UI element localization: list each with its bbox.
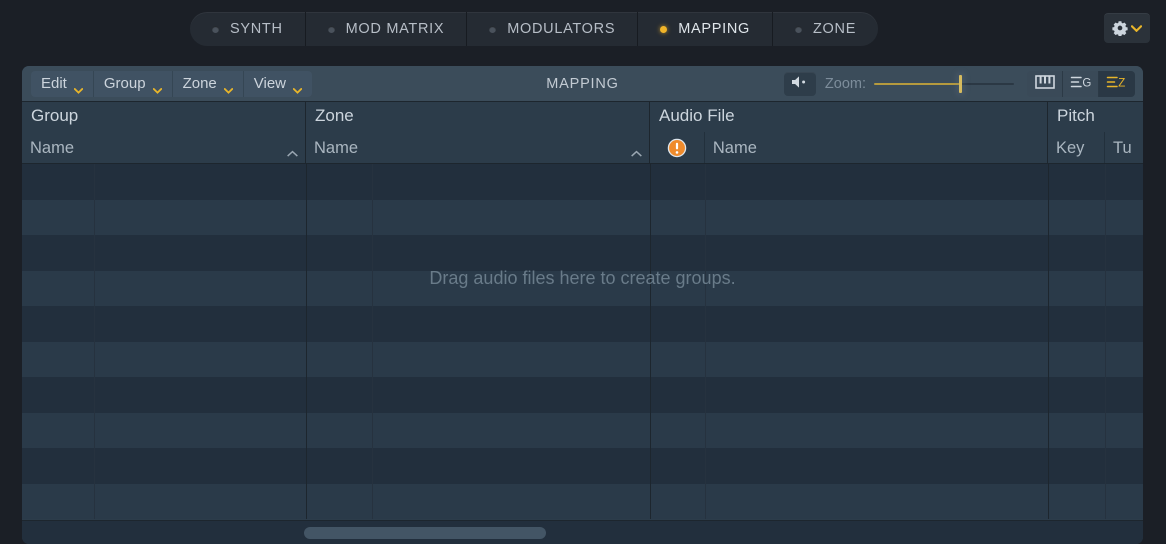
table-row[interactable]: [22, 271, 1143, 307]
chevron-down-icon: [1131, 25, 1142, 32]
table-row[interactable]: [22, 377, 1143, 413]
column-group-title: Zone: [306, 102, 649, 132]
keyboard-view-button[interactable]: [1027, 71, 1063, 97]
chevron-down-icon: [153, 81, 162, 87]
zoom-label: Zoom:: [825, 76, 866, 92]
sort-ascending-icon: [287, 143, 298, 150]
menu-label: View: [254, 75, 286, 92]
table-row[interactable]: [22, 235, 1143, 271]
table-row[interactable]: [22, 448, 1143, 484]
mapping-table-body[interactable]: Drag audio files here to create groups.: [22, 164, 1143, 519]
menu-label: Zone: [183, 75, 217, 92]
chevron-down-icon: [74, 81, 83, 87]
column-group-title: Audio File: [650, 102, 1047, 132]
tab-led-icon: [328, 26, 335, 33]
view-mode-buttons: G Z: [1027, 71, 1135, 97]
column-label: Tu: [1113, 139, 1132, 158]
column-header-pitch-tune[interactable]: Tu: [1105, 132, 1143, 164]
column-label: Name: [30, 139, 74, 158]
tab-mod-matrix[interactable]: MOD MATRIX: [306, 12, 468, 46]
column-header-group-name[interactable]: Name: [22, 132, 305, 164]
tab-label: MODULATORS: [507, 21, 615, 37]
column-label: Key: [1056, 139, 1084, 158]
list-z-icon: Z: [1106, 75, 1128, 94]
table-rows: [22, 164, 1143, 519]
tab-synth[interactable]: SYNTH: [190, 12, 306, 46]
mapping-panel: Edit Group Zone: [22, 66, 1143, 544]
zoom-slider-fill: [874, 83, 961, 85]
tab-list: SYNTH MOD MATRIX MODULATORS MAPPING ZONE: [190, 12, 878, 46]
table-row[interactable]: [22, 200, 1143, 236]
menu-group[interactable]: Group: [94, 71, 173, 97]
menu-bar: Edit Group Zone: [22, 71, 312, 97]
speaker-icon: [791, 75, 809, 94]
piano-keys-icon: [1035, 75, 1055, 94]
column-label: Name: [314, 139, 358, 158]
menu-view[interactable]: View: [244, 71, 312, 97]
plugin-window: SYNTH MOD MATRIX MODULATORS MAPPING ZONE: [0, 0, 1166, 544]
menu-label: Edit: [41, 75, 67, 92]
tab-led-icon: [489, 26, 496, 33]
column-group-zone: Zone Name: [306, 102, 650, 164]
tab-label: SYNTH: [230, 21, 283, 37]
toolbar-right-controls: Zoom:: [784, 66, 1143, 102]
zoom-control: Zoom:: [825, 75, 1014, 93]
gear-icon: [1112, 20, 1128, 36]
horizontal-scrollbar[interactable]: [22, 520, 1143, 544]
list-g-icon: G: [1070, 75, 1092, 94]
column-header-audio-status[interactable]: [650, 132, 705, 164]
column-header-pitch-key[interactable]: Key: [1048, 132, 1105, 164]
top-tab-bar: SYNTH MOD MATRIX MODULATORS MAPPING ZONE: [0, 0, 1166, 56]
table-row[interactable]: [22, 306, 1143, 342]
tab-led-icon: [795, 26, 802, 33]
tab-modulators[interactable]: MODULATORS: [467, 12, 638, 46]
column-group-title: Group: [22, 102, 305, 132]
chevron-down-icon: [224, 81, 233, 87]
table-row[interactable]: [22, 484, 1143, 520]
column-group-title: Pitch: [1048, 102, 1143, 132]
settings-menu-button[interactable]: [1104, 13, 1150, 43]
tab-label: ZONE: [813, 21, 856, 37]
zoom-slider-track: [961, 83, 1014, 85]
table-header: Group Name Zone Name: [22, 102, 1143, 164]
svg-text:G: G: [1082, 77, 1091, 88]
sort-ascending-icon: [631, 143, 642, 150]
scrollbar-thumb[interactable]: [304, 527, 546, 539]
table-row[interactable]: [22, 342, 1143, 378]
tab-led-icon: [660, 26, 667, 33]
column-header-zone-name[interactable]: Name: [306, 132, 649, 164]
group-list-view-button[interactable]: G: [1063, 71, 1099, 97]
menu-edit[interactable]: Edit: [31, 71, 94, 97]
audition-button[interactable]: [784, 72, 816, 96]
menu-label: Group: [104, 75, 146, 92]
mapping-toolbar: Edit Group Zone: [22, 66, 1143, 102]
column-label: Name: [713, 139, 757, 158]
zone-list-view-button[interactable]: Z: [1099, 71, 1135, 97]
column-group-group: Group Name: [22, 102, 306, 164]
tab-mapping[interactable]: MAPPING: [638, 12, 773, 46]
chevron-down-icon: [293, 81, 302, 87]
zoom-slider-thumb[interactable]: [959, 75, 962, 93]
zoom-slider[interactable]: [874, 75, 1014, 93]
tab-led-icon: [212, 26, 219, 33]
tab-label: MAPPING: [678, 21, 750, 37]
tab-label: MOD MATRIX: [346, 21, 445, 37]
column-header-audio-name[interactable]: Name: [705, 132, 1047, 164]
menu-zone[interactable]: Zone: [173, 71, 244, 97]
tab-zone[interactable]: ZONE: [773, 12, 878, 46]
column-group-pitch: Pitch Key Tu: [1048, 102, 1143, 164]
table-row[interactable]: [22, 164, 1143, 200]
scrollbar-track[interactable]: [304, 527, 1137, 539]
table-row[interactable]: [22, 413, 1143, 449]
column-group-audio-file: Audio File Name: [650, 102, 1048, 164]
warning-icon: [667, 138, 687, 158]
svg-text:Z: Z: [1118, 77, 1125, 88]
